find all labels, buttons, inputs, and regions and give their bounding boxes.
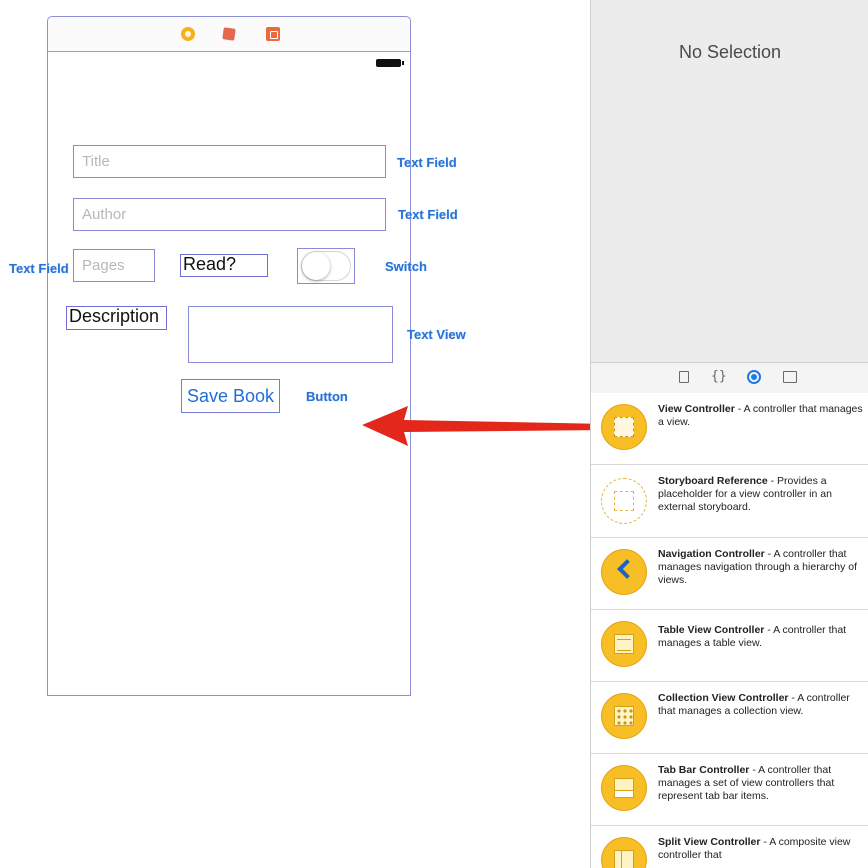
library-item-text: Navigation Controller - A controller tha… [658,548,858,586]
tab-bar-controller-icon [601,765,647,811]
media-library-icon[interactable] [783,371,797,383]
read-label[interactable]: Read? [180,254,268,277]
library-item-text: Collection View Controller - A controlle… [658,692,850,717]
pages-field-tag: Text Field [9,261,69,276]
save-book-button[interactable]: Save Book [181,379,280,413]
library-item-text: Table View Controller - A controller tha… [658,624,847,649]
library-item-tab-bar-controller[interactable]: Tab Bar Controller - A controller that m… [591,754,868,826]
scene-dock [48,17,410,52]
object-library: View Controller - A controller that mana… [590,393,868,868]
pages-placeholder: Pages [82,257,125,274]
battery-icon [376,59,404,67]
exit-icon[interactable] [266,27,280,41]
author-text-field[interactable]: Author [73,198,386,231]
code-snippet-icon[interactable]: {} [711,370,727,384]
description-text-view[interactable] [188,306,393,363]
switch-tag: Switch [385,259,427,274]
library-item-view-controller[interactable]: View Controller - A controller that mana… [591,393,868,465]
button-tag: Button [306,389,348,404]
switch-track [301,251,351,281]
drag-arrow-shape [362,406,608,446]
description-label[interactable]: Description [66,306,167,330]
library-item-text: Storyboard Reference - Provides a placeh… [658,475,832,513]
drag-arrow [362,406,608,446]
file-template-icon[interactable] [679,371,689,383]
first-responder-icon[interactable] [222,27,236,41]
library-item-split-view-controller[interactable]: Split View Controller - A composite view… [591,826,868,868]
title-placeholder: Title [82,153,110,170]
library-item-text: View Controller - A controller that mana… [658,403,863,428]
library-item-collection-view-controller[interactable]: Collection View Controller - A controlle… [591,682,868,754]
view-controller-library-icon [601,404,647,450]
table-view-controller-icon [601,621,647,667]
library-item-navigation-controller[interactable]: Navigation Controller - A controller tha… [591,538,868,610]
split-view-controller-icon [601,837,647,868]
read-switch[interactable] [297,248,355,284]
object-library-icon[interactable] [747,370,761,384]
library-item-text: Split View Controller - A composite view… [658,836,851,861]
navigation-controller-icon [601,549,647,595]
pages-text-field[interactable]: Pages [73,249,155,282]
inspector-pane: No Selection [590,0,868,362]
library-item-storyboard-reference[interactable]: Storyboard Reference - Provides a placeh… [591,465,868,538]
collection-view-controller-icon [601,693,647,739]
no-selection-label: No Selection [678,42,782,62]
author-field-tag: Text Field [398,207,458,222]
library-item-table-view-controller[interactable]: Table View Controller - A controller tha… [591,610,868,682]
title-text-field[interactable]: Title [73,145,386,178]
library-tab-bar: {} [590,362,868,394]
library-item-text: Tab Bar Controller - A controller that m… [658,764,835,802]
storyboard-reference-icon [601,478,647,524]
view-controller-icon[interactable] [181,27,195,41]
title-field-tag: Text Field [397,155,457,170]
switch-knob [302,252,330,280]
text-view-tag: Text View [407,327,466,342]
author-placeholder: Author [82,206,127,223]
